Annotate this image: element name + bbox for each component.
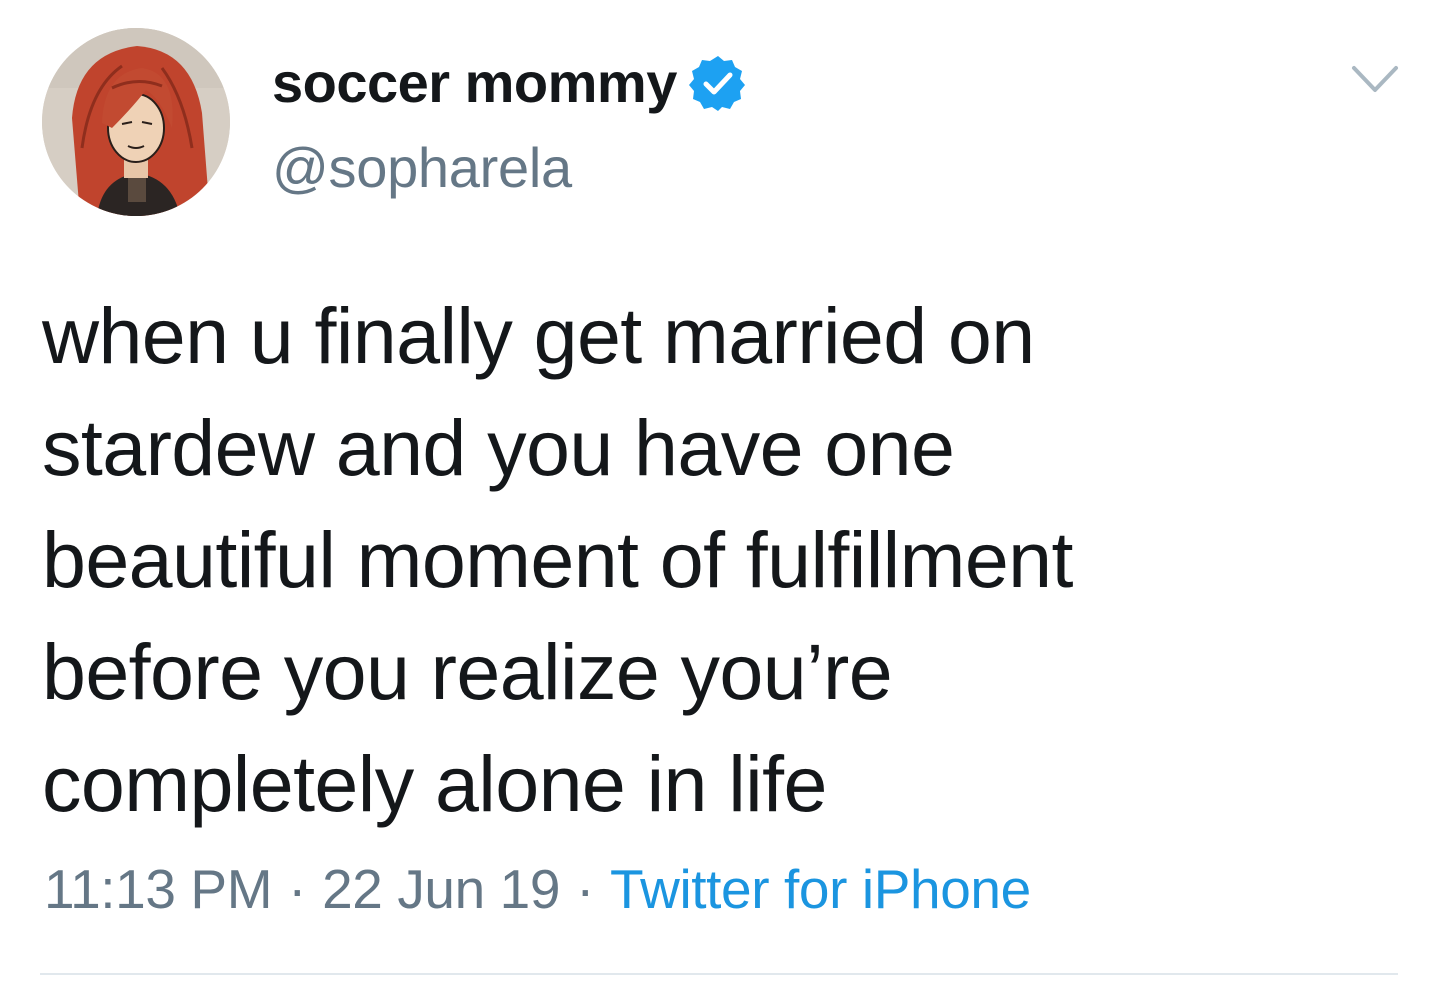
tweet-time[interactable]: 11:13 PM — [44, 858, 273, 920]
tweet-text-line: stardew and you have one — [42, 403, 955, 492]
avatar[interactable] — [42, 28, 230, 216]
chevron-down-icon[interactable] — [1348, 60, 1402, 100]
verified-badge-icon — [688, 56, 745, 111]
tweet-text-line: beautiful moment of fulfillment — [42, 515, 1073, 604]
tweet-text-line: before you realize you’re — [42, 627, 893, 716]
tweet-text: when u finally get married on stardew an… — [42, 280, 1402, 840]
meta-separator: · — [288, 858, 307, 920]
tweet-meta: 11:13 PM · 22 Jun 19 · Twitter for iPhone — [44, 862, 1031, 917]
divider — [40, 973, 1398, 975]
author-name-row[interactable]: soccer mommy — [272, 48, 747, 118]
meta-separator: · — [576, 858, 594, 920]
tweet-text-line: when u finally get married on — [42, 291, 1035, 380]
display-name[interactable]: soccer mommy — [272, 55, 677, 111]
tweet-text-line: completely alone in life — [42, 739, 827, 828]
avatar-image — [42, 28, 230, 216]
author-handle[interactable]: @sopharela — [272, 140, 572, 196]
tweet: soccer mommy @sopharela when u finally g… — [0, 0, 1440, 983]
tweet-date[interactable]: 22 Jun 19 — [322, 858, 560, 920]
tweet-source-link[interactable]: Twitter for iPhone — [610, 858, 1031, 920]
